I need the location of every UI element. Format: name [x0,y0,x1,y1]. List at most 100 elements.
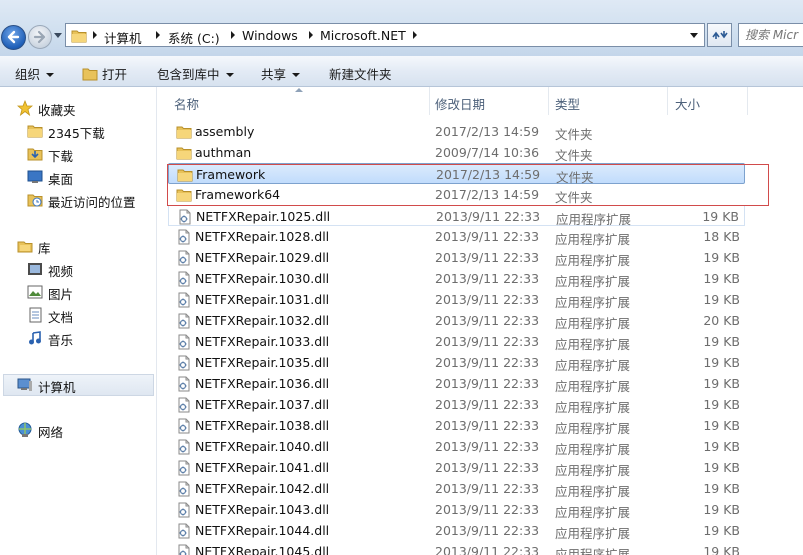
address-box[interactable]: 计算机 系统 (C:) Windows Microsoft.NET [65,23,705,47]
open-button[interactable]: 打开 [82,64,127,83]
column-divider[interactable] [548,87,549,115]
file-row[interactable]: NETFXRepair.1028.dll 2013/9/11 22:33 应用程序扩… [168,226,745,247]
computer-icon [17,378,32,391]
folder-row[interactable]: Framework 2017/2/13 14:59 文件夹 [168,163,745,185]
column-header-type[interactable]: 类型 [555,87,665,115]
column-divider[interactable] [747,87,748,115]
file-row[interactable]: NETFXRepair.1045.dll 2013/9/11 22:33 应用程序扩… [168,541,745,555]
new-folder-button[interactable]: 新建文件夹 [329,64,392,83]
nav-item-label: 下载 [48,149,74,164]
file-date: 2017/2/13 14:59 [436,167,541,182]
folder-icon [176,189,192,202]
file-date: 2013/9/11 22:33 [435,523,540,538]
organize-menu[interactable]: 组织 [15,64,55,83]
file-size: 19 KB [703,376,740,391]
file-date: 2009/7/14 10:36 [435,145,540,160]
dll-file-icon [178,523,190,539]
search-input[interactable] [745,25,803,45]
breadcrumb-computer[interactable]: 计算机 [104,28,142,47]
column-header-date[interactable]: 修改日期 [435,87,549,115]
file-size: 19 KB [703,397,740,412]
file-date: 2013/9/11 22:33 [436,209,541,224]
file-date: 2013/9/11 22:33 [435,313,540,328]
file-date: 2013/9/11 22:33 [435,418,540,433]
file-row[interactable]: NETFXRepair.1030.dll 2013/9/11 22:33 应用程序扩… [168,268,745,289]
column-header-size-label: 大小 [675,97,701,112]
breadcrumb-separator[interactable] [93,31,97,39]
folder-row[interactable]: authman 2009/7/14 10:36 文件夹 [168,142,745,163]
file-size: 19 KB [703,460,740,475]
file-type: 应用程序扩展 [555,379,631,394]
file-name: Framework [196,167,266,182]
file-size: 19 KB [703,355,740,370]
file-row[interactable]: NETFXRepair.1032.dll 2013/9/11 22:33 应用程序扩… [168,310,745,331]
nav-computer-label: 计算机 [38,380,76,395]
file-date: 2013/9/11 22:33 [435,292,540,307]
address-dropdown-arrow[interactable] [690,33,698,38]
file-row[interactable]: NETFXRepair.1033.dll 2013/9/11 22:33 应用程序扩… [168,331,745,352]
breadcrumb-separator[interactable] [156,31,160,39]
file-size: 19 KB [703,418,740,433]
folder-icon [177,169,193,182]
file-date: 2017/2/13 14:59 [435,187,540,202]
file-size: 20 KB [703,313,740,328]
folder-icon [176,147,192,160]
dll-file-icon [178,544,190,555]
file-row[interactable]: NETFXRepair.1037.dll 2013/9/11 22:33 应用程序扩… [168,394,745,415]
nav-item-label: 文档 [48,310,74,325]
search-box[interactable] [738,23,803,47]
file-size: 19 KB [703,250,740,265]
organize-label: 组织 [15,67,41,82]
file-name: NETFXRepair.1040.dll [195,439,330,454]
file-row[interactable]: NETFXRepair.1040.dll 2013/9/11 22:33 应用程序扩… [168,436,745,457]
file-name: NETFXRepair.1033.dll [195,334,330,349]
column-divider[interactable] [667,87,668,115]
column-header-name[interactable]: 名称 [174,87,424,115]
file-row[interactable]: NETFXRepair.1042.dll 2013/9/11 22:33 应用程序扩… [168,478,745,499]
music-icon [29,331,41,345]
file-type: 应用程序扩展 [555,505,631,520]
dll-file-icon [178,460,190,476]
file-row[interactable]: NETFXRepair.1041.dll 2013/9/11 22:33 应用程序扩… [168,457,745,478]
folder-icon [27,125,43,138]
breadcrumb-separator[interactable] [231,31,235,39]
forward-button[interactable] [28,25,52,49]
file-row[interactable]: NETFXRepair.1035.dll 2013/9/11 22:33 应用程序扩… [168,352,745,373]
include-in-library-menu[interactable]: 包含到库中 [157,64,234,83]
column-divider[interactable] [429,87,430,115]
file-row[interactable]: NETFXRepair.1025.dll 2013/9/11 22:33 应用程序扩… [168,205,745,227]
file-row[interactable]: NETFXRepair.1036.dll 2013/9/11 22:33 应用程序扩… [168,373,745,394]
file-row[interactable]: NETFXRepair.1043.dll 2013/9/11 22:33 应用程序扩… [168,499,745,520]
breadcrumb-windows[interactable]: Windows [242,28,298,43]
breadcrumb-separator[interactable] [413,31,417,39]
file-row[interactable]: NETFXRepair.1029.dll 2013/9/11 22:33 应用程序扩… [168,247,745,268]
breadcrumb-microsoft-net[interactable]: Microsoft.NET [320,28,406,43]
command-bar: 组织 打开 包含到库中 共享 新建文件夹 [0,56,803,87]
chevron-down-icon [292,73,301,77]
file-name: NETFXRepair.1029.dll [195,250,330,265]
navigation-pane: 收藏夹 2345下载 下载 桌面 最近访问的位置 库 视频 图片 文档 音乐 计… [0,87,157,555]
file-name: NETFXRepair.1037.dll [195,397,330,412]
share-menu[interactable]: 共享 [261,64,301,83]
nav-libraries-label: 库 [38,241,51,256]
file-type: 应用程序扩展 [555,274,631,289]
breadcrumb-drive-c[interactable]: 系统 (C:) [168,28,220,47]
refresh-button[interactable] [707,23,732,47]
back-button[interactable] [1,25,26,50]
recent-pages-dropdown[interactable] [54,33,62,38]
folder-row[interactable]: Framework64 2017/2/13 14:59 文件夹 [168,184,745,205]
file-size: 19 KB [703,334,740,349]
column-header-size[interactable]: 大小 [675,87,745,115]
folder-row[interactable]: assembly 2017/2/13 14:59 文件夹 [168,121,745,142]
file-row[interactable]: NETFXRepair.1031.dll 2013/9/11 22:33 应用程序扩… [168,289,745,310]
breadcrumb-separator[interactable] [309,31,313,39]
file-date: 2013/9/11 22:33 [435,439,540,454]
folder-icon [176,126,192,139]
file-row[interactable]: NETFXRepair.1038.dll 2013/9/11 22:33 应用程序扩… [168,415,745,436]
file-type: 应用程序扩展 [555,295,631,310]
column-header-date-label: 修改日期 [435,97,486,112]
file-name: authman [195,145,252,160]
file-date: 2013/9/11 22:33 [435,481,540,496]
share-label: 共享 [261,67,287,82]
file-row[interactable]: NETFXRepair.1044.dll 2013/9/11 22:33 应用程序扩… [168,520,745,541]
